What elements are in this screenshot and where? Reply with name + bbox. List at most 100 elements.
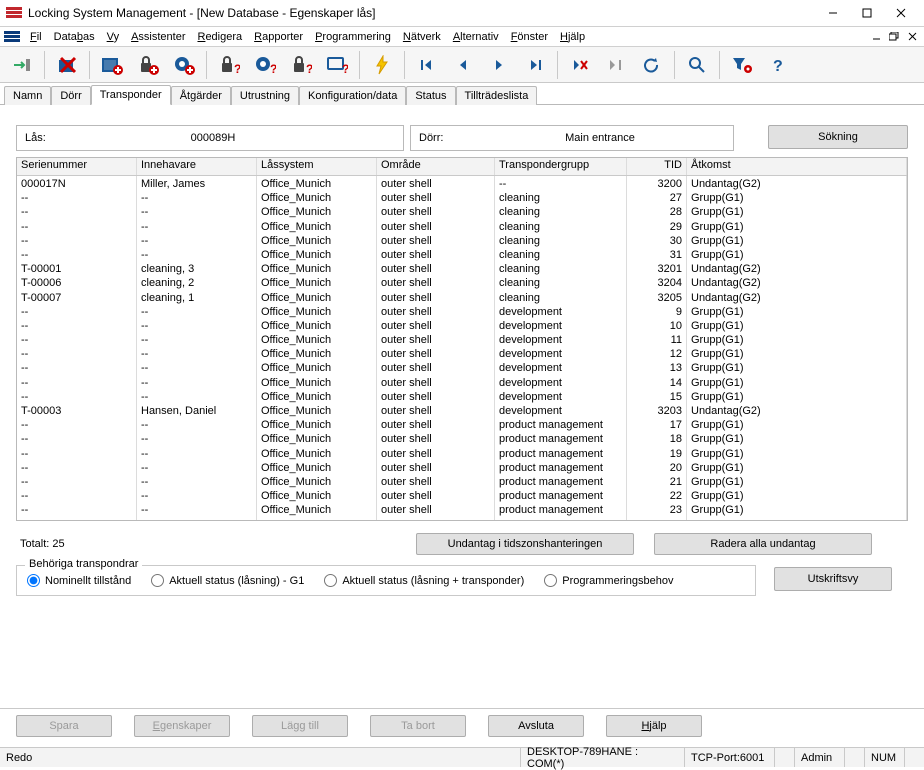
tool-login-icon[interactable]: [4, 50, 40, 80]
transponder-grid[interactable]: Serienummer Innehavare Låssystem Område …: [16, 157, 908, 521]
col-serienummer[interactable]: Serienummer: [17, 158, 137, 175]
tab-namn[interactable]: Namn: [4, 86, 51, 105]
tool-delete-lockplan-icon[interactable]: [49, 50, 85, 80]
radio-nominellt-input[interactable]: [27, 574, 40, 587]
col-atkomst[interactable]: Åtkomst: [687, 158, 907, 175]
tool-remove-icon[interactable]: [562, 50, 598, 80]
table-row[interactable]: ----Office_Munichouter shellcleaning31Gr…: [17, 247, 907, 261]
hjalp-button[interactable]: Hjälp: [606, 715, 702, 737]
mdi-close-button[interactable]: [904, 30, 920, 44]
table-row[interactable]: ----Office_Munichouter shelldevelopment9…: [17, 304, 907, 318]
table-row[interactable]: ----Office_Munichouter shellproduct mana…: [17, 474, 907, 488]
laggtill-button[interactable]: Lägg till: [252, 715, 348, 737]
table-row[interactable]: ----Office_Munichouter shelldevelopment1…: [17, 318, 907, 332]
tool-next-icon[interactable]: [481, 50, 517, 80]
table-row[interactable]: T-00006cleaning, 2Office_Munichouter she…: [17, 275, 907, 289]
table-row[interactable]: ----Office_Munichouter shelldevelopment1…: [17, 375, 907, 389]
tool-lock-help2-icon[interactable]: ?: [283, 50, 319, 80]
tool-filter-settings-icon[interactable]: [724, 50, 760, 80]
menu-redigera[interactable]: Redigera: [191, 29, 248, 45]
tool-flash-icon[interactable]: [364, 50, 400, 80]
col-omrade[interactable]: Område: [377, 158, 495, 175]
table-row[interactable]: ----Office_Munichouter shellproduct mana…: [17, 488, 907, 502]
radio-programmering-input[interactable]: [544, 574, 557, 587]
table-row[interactable]: ----Office_Munichouter shelldevelopment1…: [17, 332, 907, 346]
table-row[interactable]: ----Office_Munichouter shelldevelopment1…: [17, 389, 907, 403]
table-row[interactable]: ----Office_Munichouter shellcleaning29Gr…: [17, 219, 907, 233]
mdi-minimize-button[interactable]: [868, 30, 884, 44]
tool-lock-help-icon[interactable]: ?: [211, 50, 247, 80]
tool-first-icon[interactable]: [409, 50, 445, 80]
tab-transponder[interactable]: Transponder: [91, 85, 171, 105]
table-row[interactable]: ----Office_Munichouter shellproduct mana…: [17, 446, 907, 460]
table-row[interactable]: T-00007cleaning, 1Office_Munichouter she…: [17, 290, 907, 304]
col-transpondergrupp[interactable]: Transpondergrupp: [495, 158, 627, 175]
tab-utrustning[interactable]: Utrustning: [231, 86, 299, 105]
tool-prev-icon[interactable]: [445, 50, 481, 80]
tool-last-icon[interactable]: [517, 50, 553, 80]
tool-transponder-help-icon[interactable]: ?: [247, 50, 283, 80]
radera-button[interactable]: Radera alla undantag: [654, 533, 872, 555]
radio-aktuell-trans-input[interactable]: [324, 574, 337, 587]
tabort-button[interactable]: Ta bort: [370, 715, 466, 737]
maximize-button[interactable]: [850, 2, 884, 24]
menu-fonster[interactable]: Fönster: [505, 29, 554, 45]
tool-search-icon[interactable]: [679, 50, 715, 80]
avsluta-button[interactable]: Avsluta: [488, 715, 584, 737]
tool-help-icon[interactable]: ?: [760, 50, 796, 80]
menu-fil[interactable]: Fil: [24, 29, 48, 45]
col-lassystem[interactable]: Låssystem: [257, 158, 377, 175]
col-innehavare[interactable]: Innehavare: [137, 158, 257, 175]
table-row[interactable]: T-00003Hansen, DanielOffice_Munichouter …: [17, 403, 907, 417]
menu-vy[interactable]: Vy: [101, 29, 125, 45]
cell: outer shell: [377, 403, 495, 417]
menu-alternativ[interactable]: Alternativ: [447, 29, 505, 45]
table-row[interactable]: ----Office_Munichouter shellproduct mana…: [17, 502, 907, 516]
tool-screen-help-icon[interactable]: ?: [319, 50, 355, 80]
sokning-button[interactable]: Sökning: [768, 125, 908, 149]
tool-insert-icon[interactable]: [598, 50, 634, 80]
cell: Grupp(G1): [687, 417, 907, 431]
tool-refresh-icon[interactable]: [634, 50, 670, 80]
cell: 9: [627, 304, 687, 318]
menu-assistenter[interactable]: Assistenter: [125, 29, 191, 45]
spara-button[interactable]: Spara: [16, 715, 112, 737]
tab-status[interactable]: Status: [406, 86, 455, 105]
table-row[interactable]: ----Office_Munichouter shelldevelopment1…: [17, 346, 907, 360]
mdi-restore-button[interactable]: [886, 30, 902, 44]
tool-new-lock-icon[interactable]: [130, 50, 166, 80]
col-tid[interactable]: TID: [627, 158, 687, 175]
table-row[interactable]: ----Office_Munichouter shelldevelopment1…: [17, 360, 907, 374]
table-row[interactable]: ----Office_Munichouter shellcleaning30Gr…: [17, 233, 907, 247]
radio-aktuell-g1-input[interactable]: [151, 574, 164, 587]
menu-natverk[interactable]: Nätverk: [397, 29, 447, 45]
radio-aktuell-g1[interactable]: Aktuell status (låsning) - G1: [151, 574, 304, 587]
close-button[interactable]: [884, 2, 918, 24]
tool-new-transponder-icon[interactable]: [166, 50, 202, 80]
menu-programmering[interactable]: Programmering: [309, 29, 397, 45]
tab-konfig[interactable]: Konfiguration/data: [299, 86, 406, 105]
table-row[interactable]: T-00001cleaning, 3Office_Munichouter she…: [17, 261, 907, 275]
table-row[interactable]: ----Office_Munichouter shellcleaning28Gr…: [17, 204, 907, 218]
menu-databas[interactable]: Databas: [48, 29, 101, 45]
radio-programmering[interactable]: Programmeringsbehov: [544, 574, 673, 587]
tab-atgarder[interactable]: Åtgärder: [171, 86, 231, 105]
minimize-button[interactable]: [816, 2, 850, 24]
table-row[interactable]: 000017NMiller, JamesOffice_Munichouter s…: [17, 176, 907, 190]
cell: --: [17, 389, 137, 403]
radio-aktuell-trans[interactable]: Aktuell status (låsning + transponder): [324, 574, 524, 587]
table-row[interactable]: ----Office_Munichouter shellproduct mana…: [17, 431, 907, 445]
utskriftsvy-button[interactable]: Utskriftsvy: [774, 567, 892, 591]
table-row[interactable]: 040L922Peterman, JenniferOffice_Munichou…: [17, 517, 907, 522]
undantag-button[interactable]: Undantag i tidszonshanteringen: [416, 533, 634, 555]
tab-dorr[interactable]: Dörr: [51, 86, 90, 105]
radio-nominellt[interactable]: Nominellt tillstånd: [27, 574, 131, 587]
menu-hjalp[interactable]: Hjälp: [554, 29, 591, 45]
menu-rapporter[interactable]: Rapporter: [248, 29, 309, 45]
table-row[interactable]: ----Office_Munichouter shellproduct mana…: [17, 460, 907, 474]
table-row[interactable]: ----Office_Munichouter shellproduct mana…: [17, 417, 907, 431]
tab-tilltrade[interactable]: Tillträdeslista: [456, 86, 538, 105]
egenskaper-button[interactable]: Egenskaper: [134, 715, 230, 737]
tool-new-lockplan-icon[interactable]: [94, 50, 130, 80]
table-row[interactable]: ----Office_Munichouter shellcleaning27Gr…: [17, 190, 907, 204]
